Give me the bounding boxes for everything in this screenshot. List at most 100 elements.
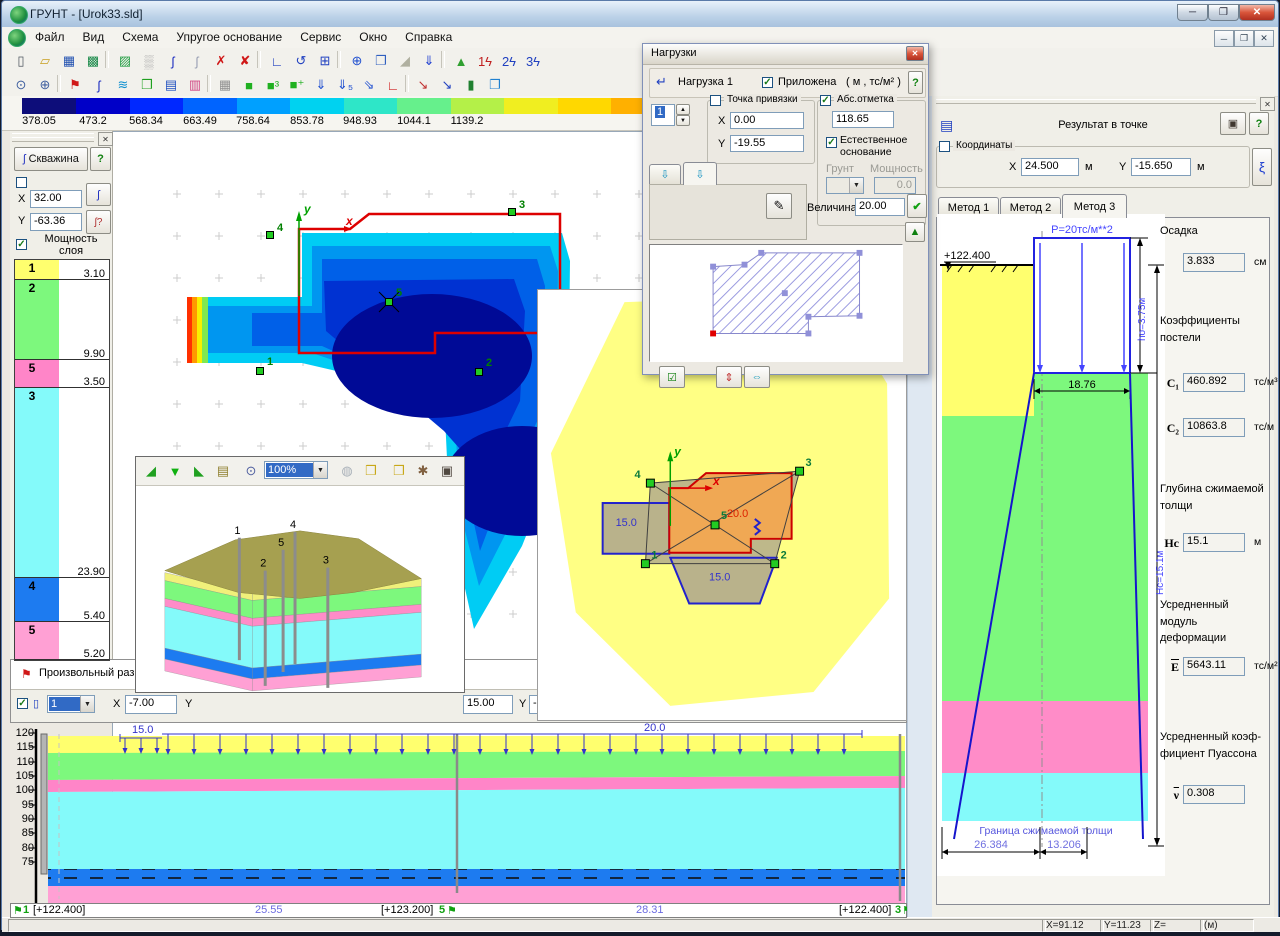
view-plane-icon[interactable]: ◢: [140, 460, 162, 482]
relief-icon[interactable]: ▲: [450, 50, 472, 72]
node-icon[interactable]: ■: [238, 74, 260, 96]
result-value-field[interactable]: 10863.8: [1183, 418, 1245, 437]
borehole-layer[interactable]: 3 23.90: [15, 388, 109, 578]
result-value-field[interactable]: 5643.11: [1183, 657, 1245, 676]
mirror-horizontal-button[interactable]: ⇔: [744, 366, 770, 388]
tree-up-button[interactable]: ▲: [905, 222, 925, 242]
borehole-probe-icon[interactable]: ʃ: [88, 74, 110, 96]
borehole-help-button[interactable]: ?: [90, 147, 111, 171]
water-level-icon[interactable]: ▮: [460, 74, 482, 96]
edit-borehole-icon[interactable]: ʃ: [186, 50, 208, 72]
natural-base-checkbox[interactable]: ✓: [826, 137, 837, 148]
dialog-close-button[interactable]: ✕: [906, 46, 924, 61]
borehole-layer[interactable]: 1 3.10: [15, 260, 109, 280]
edit-polygon-button[interactable]: ✎: [766, 193, 792, 219]
field-map-icon[interactable]: ▨: [114, 50, 136, 72]
section-index-dropdown[interactable]: 1▼: [47, 695, 95, 713]
slope-icon[interactable]: ◢: [394, 50, 416, 72]
photo-3d-icon[interactable]: ▣: [436, 460, 458, 482]
edge-box-icon[interactable]: ❒: [388, 460, 410, 482]
confirm-polygon-button[interactable]: ☑: [659, 366, 685, 388]
soil-thickness-field[interactable]: 0.0: [874, 177, 916, 194]
magnitude-field[interactable]: 20.00: [855, 198, 905, 216]
result-help-button[interactable]: ?: [1249, 112, 1269, 135]
section-x2-field[interactable]: 15.00: [463, 695, 513, 714]
node-3d-icon[interactable]: ■³: [262, 74, 284, 96]
polygon-preview-canvas[interactable]: [650, 245, 900, 359]
axes-undo-icon[interactable]: ↺: [290, 50, 312, 72]
apply-magnitude-button[interactable]: ✔: [907, 194, 927, 218]
mdi-close-icon[interactable]: ✕: [1254, 30, 1274, 47]
load-apply-icon[interactable]: ⇘: [358, 74, 380, 96]
mdi-minimize-icon[interactable]: ─: [1214, 30, 1234, 47]
flag-icon[interactable]: ⚑: [64, 74, 86, 96]
mdi-restore-icon[interactable]: ❐: [1234, 30, 1254, 47]
dialog-help-button[interactable]: ?: [908, 71, 923, 94]
menu-item[interactable]: Сервис: [291, 27, 350, 47]
clipboard-icon[interactable]: ▤: [160, 74, 182, 96]
viewer-3d-canvas[interactable]: 1 2 5 4 3: [136, 486, 464, 692]
load-icon[interactable]: ⇓: [310, 74, 332, 96]
result-value-field[interactable]: 460.892: [1183, 373, 1245, 392]
bh-x-field[interactable]: 32.00: [30, 190, 82, 208]
axes-save-icon[interactable]: ⊞: [314, 50, 336, 72]
load-5-icon[interactable]: ⇓₅: [334, 74, 356, 96]
snapshot-button[interactable]: ▣: [1220, 112, 1246, 135]
result-value-field[interactable]: 3.833: [1183, 253, 1245, 272]
flip-vertical-button[interactable]: ⇕: [716, 366, 742, 388]
res-x-field[interactable]: 24.500: [1021, 158, 1079, 176]
anchor-y-field[interactable]: -19.55: [730, 135, 804, 152]
save-icon[interactable]: ▦: [58, 50, 80, 72]
globe-icon[interactable]: ◍: [336, 460, 358, 482]
layers-icon[interactable]: ≋: [112, 74, 134, 96]
axes-icon[interactable]: ∟: [382, 74, 404, 96]
menu-item[interactable]: Схема: [113, 27, 167, 47]
menu-item[interactable]: Справка: [396, 27, 461, 47]
borehole-layer[interactable]: 4 5.40: [15, 578, 109, 622]
result-value-field[interactable]: 15.1: [1183, 533, 1245, 552]
new-file-icon[interactable]: ▯: [10, 50, 32, 72]
colorbar-icon[interactable]: ▥: [184, 74, 206, 96]
spring-3-icon[interactable]: 3ϟ: [522, 50, 544, 72]
minimize-button[interactable]: ─: [1177, 4, 1208, 21]
axes-move-icon[interactable]: ∟: [266, 50, 288, 72]
solid-box-icon[interactable]: ❒: [360, 460, 382, 482]
section-window-icon[interactable]: ❐: [484, 74, 506, 96]
delete-borehole-icon[interactable]: ✗: [210, 50, 232, 72]
pan-frame-icon[interactable]: ❐: [370, 50, 392, 72]
borehole-layer[interactable]: 2 9.90: [15, 280, 109, 360]
spring-result-button[interactable]: ξ: [1252, 148, 1272, 186]
goto-borehole-button[interactable]: ʃ: [86, 183, 111, 206]
spring-1-icon[interactable]: 1ϟ: [474, 50, 496, 72]
tab-load-poly-icon[interactable]: ⇩: [683, 162, 717, 185]
res-y-field[interactable]: -15.650: [1131, 158, 1191, 176]
borehole-button[interactable]: ʃ Скважина: [14, 147, 88, 171]
close-panel-icon[interactable]: ✕: [98, 132, 113, 146]
move-load-icon[interactable]: ↘: [436, 74, 458, 96]
delete-boreholes-icon[interactable]: ✘: [234, 50, 256, 72]
borehole-layer[interactable]: 5 3.50: [15, 360, 109, 388]
close-button[interactable]: ✕: [1239, 4, 1275, 21]
settings-3d-icon[interactable]: ✱: [412, 460, 434, 482]
spin-up-icon[interactable]: ▲: [676, 104, 690, 115]
coords-lock-checkbox[interactable]: [16, 177, 27, 188]
menu-item[interactable]: Файл: [26, 27, 74, 47]
node-add-icon[interactable]: ■⁺: [286, 74, 308, 96]
zoom-target-icon[interactable]: ⊕: [34, 74, 56, 96]
borehole-layer[interactable]: 5 5.20: [15, 622, 109, 660]
zoom-3d-icon[interactable]: ⊙: [240, 460, 262, 482]
open-file-icon[interactable]: ▱: [34, 50, 56, 72]
load-index-field[interactable]: 1: [651, 104, 675, 126]
spring-2-icon[interactable]: 2ϟ: [498, 50, 520, 72]
title-bar[interactable]: ГРУНТ - [Urok33.sld] ─ ❐ ✕: [2, 1, 1278, 28]
close-panel-icon[interactable]: ✕: [1260, 97, 1275, 111]
center-target-icon[interactable]: ⊕: [346, 50, 368, 72]
anchor-x-field[interactable]: 0.00: [730, 112, 804, 129]
result-value-field[interactable]: 0.308: [1183, 785, 1245, 804]
zoom-level-dropdown[interactable]: 100%▼: [264, 461, 328, 479]
tab-method-3[interactable]: Метод 3: [1062, 194, 1127, 218]
section-enabled-checkbox[interactable]: ✓: [17, 698, 28, 709]
move-node-icon[interactable]: ↘: [412, 74, 434, 96]
spin-down-icon[interactable]: ▼: [676, 115, 690, 126]
grid-icon[interactable]: ▦: [214, 74, 236, 96]
